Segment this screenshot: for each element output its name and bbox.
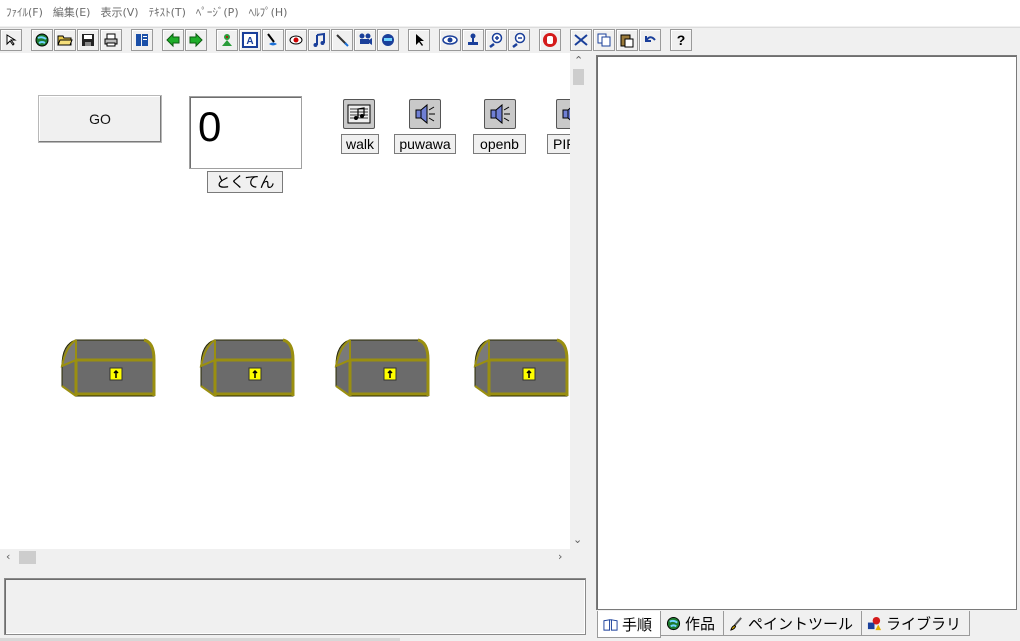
tab-paint-tool[interactable]: ペイントツール [723,611,863,636]
sound-label-puwawa: puwawa [394,134,456,154]
back-arrow-icon[interactable] [162,29,184,51]
paint-icon[interactable] [262,29,284,51]
score-box: 0 [189,96,302,169]
open-folder-icon[interactable] [54,29,76,51]
movie-camera-icon[interactable] [354,29,376,51]
cut-icon[interactable] [570,29,592,51]
menu-file[interactable]: ﾌｧｲﾙ(F) [4,0,51,26]
sound-label-pip: PIP [547,134,570,154]
eye-button-icon[interactable] [285,29,307,51]
tab-procedure-label: 手順 [622,615,653,634]
tab-works-label: 作品 [685,614,716,633]
tab-procedure[interactable]: 手順 [597,611,662,638]
treasure-chest-2[interactable] [197,338,297,400]
globe-icon[interactable] [31,29,53,51]
toolbar: A ? [0,27,1020,52]
treasure-chest-3[interactable] [332,338,432,400]
book-icon [603,618,618,631]
svg-text:A: A [246,36,253,47]
vertical-scrollbar[interactable]: ⌃ ⌄ [570,53,587,549]
library-shapes-icon [867,616,882,630]
stage-canvas[interactable]: GO 0 とくてん walk puwawa openb PIP [0,53,570,549]
procedure-panel[interactable] [596,55,1017,610]
paintbrush-icon [730,616,742,631]
speaker-icon[interactable] [409,99,441,129]
globe-icon [666,616,681,630]
sound-label-walk: walk [341,134,379,154]
select-arrow-icon[interactable] [0,29,22,51]
speaker-icon[interactable] [484,99,516,129]
pen-icon[interactable] [331,29,353,51]
book-icon[interactable] [131,29,153,51]
vertical-scroll-thumb[interactable] [573,69,584,85]
undo-icon[interactable] [639,29,661,51]
menu-edit[interactable]: 編集(E) [51,0,99,26]
score-value: 0 [198,103,222,150]
stop-hand-icon[interactable] [539,29,561,51]
character-icon[interactable] [216,29,238,51]
menu-view[interactable]: 表示(V) [98,0,146,26]
menu-help[interactable]: ﾍﾙﾌﾟ(H) [247,0,296,26]
stamp-icon[interactable] [462,29,484,51]
robot-icon[interactable] [377,29,399,51]
save-disk-icon[interactable] [77,29,99,51]
paste-icon[interactable] [616,29,638,51]
panel-tabs: 手順 作品 ペイントツール ライブラリ [597,611,971,638]
score-label: とくてん [207,171,283,193]
scroll-up-icon[interactable]: ⌃ [574,54,583,67]
pointer-icon[interactable] [408,29,430,51]
sound-label-openb: openb [473,134,526,154]
tab-library[interactable]: ライブラリ [861,611,971,636]
menu-bar: ﾌｧｲﾙ(F) 編集(E) 表示(V) ﾃｷｽﾄ(T) ﾍﾟｰｼﾞ(P) ﾍﾙﾌ… [0,0,1020,26]
scroll-right-icon[interactable]: › [558,550,562,563]
forward-arrow-icon[interactable] [185,29,207,51]
menu-text[interactable]: ﾃｷｽﾄ(T) [147,0,194,26]
menu-page[interactable]: ﾍﾟｰｼﾞ(P) [194,0,247,26]
horizontal-scrollbar[interactable]: ‹ › [0,549,570,566]
scroll-down-icon[interactable]: ⌄ [573,533,582,546]
go-button[interactable]: GO [38,95,162,143]
view-eye-icon[interactable] [439,29,461,51]
treasure-chest-4[interactable] [471,338,570,400]
print-icon[interactable] [100,29,122,51]
treasure-chest-1[interactable] [58,338,158,400]
horizontal-scroll-thumb[interactable] [19,551,36,564]
zoom-in-icon[interactable] [485,29,507,51]
music-note-icon[interactable] [308,29,330,51]
scroll-left-icon[interactable]: ‹ [6,550,10,563]
speaker-icon[interactable] [556,99,570,129]
tab-paint-tool-label: ペイントツール [748,614,854,633]
zoom-out-icon[interactable] [508,29,530,51]
tab-library-label: ライブラリ [886,614,962,633]
text-A-icon[interactable]: A [239,29,261,51]
music-score-icon[interactable] [343,99,375,129]
help-icon[interactable]: ? [670,29,692,51]
copy-icon[interactable] [593,29,615,51]
message-box[interactable] [4,578,586,635]
tab-works[interactable]: 作品 [660,611,725,636]
